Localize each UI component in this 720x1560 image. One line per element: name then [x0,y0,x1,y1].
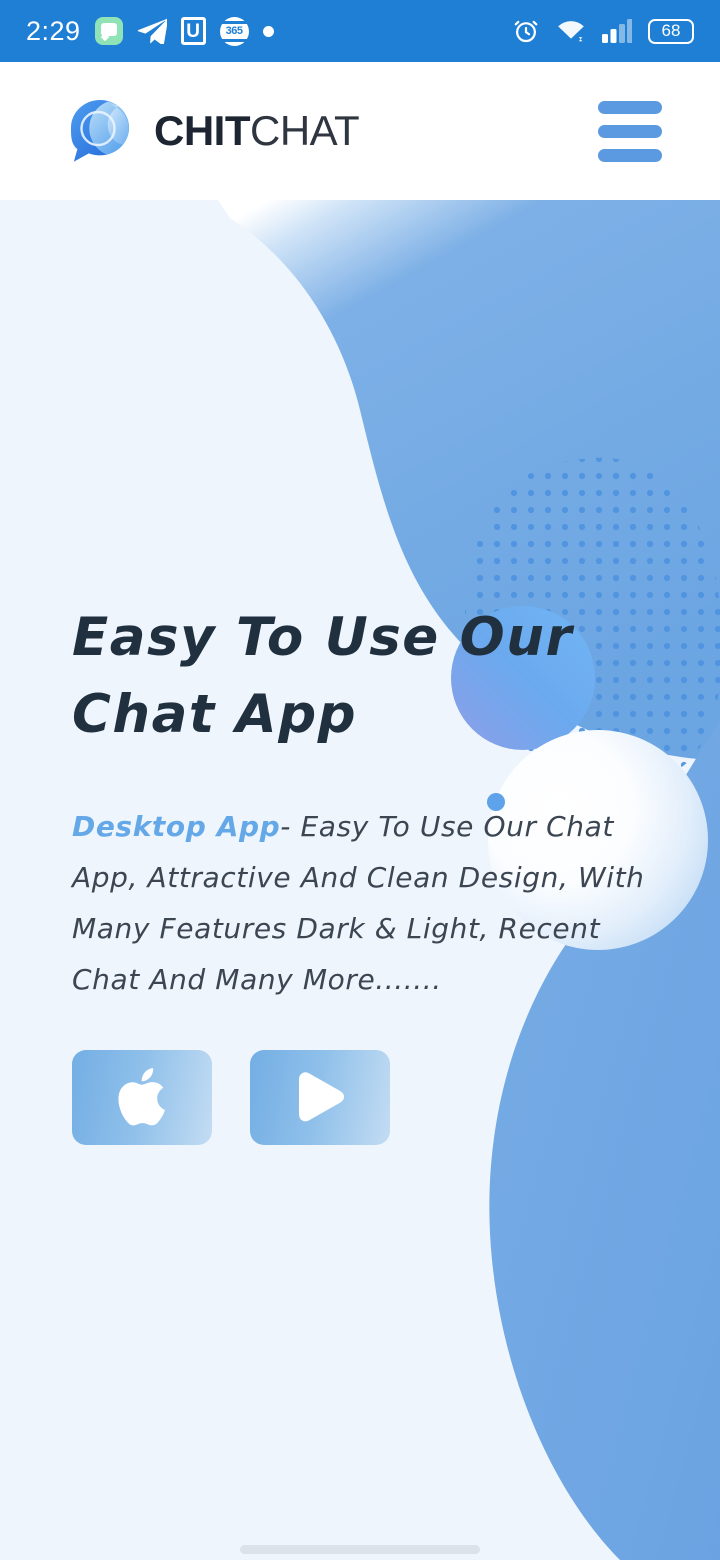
play-triangle-icon [299,1072,344,1122]
hero-description-accent: Desktop App [72,809,281,843]
brand-name-bold: CHIT [154,107,251,154]
more-notifications-dot-icon [262,25,274,37]
home-gesture-pill[interactable] [240,1545,480,1554]
app-header: CHITCHAT [0,62,720,200]
status-bar: 2:29 U 365 68 [0,0,720,62]
cellular-signal-icon [602,19,632,43]
messages-icon [94,17,123,45]
status-bar-right: 68 [512,17,694,45]
hero-section: Easy To Use Our Chat App Desktop App- Ea… [0,200,720,1560]
brand-name: CHITCHAT [154,107,360,154]
alarm-clock-icon [512,17,540,45]
google-play-button[interactable] [250,1049,390,1145]
app-store-button[interactable] [72,1049,212,1145]
hero-content: Easy To Use Our Chat App Desktop App- Ea… [72,600,652,1145]
365-app-icon: 365 [219,16,249,46]
status-bar-clock: 2:29 [26,15,81,46]
telegram-icon [137,18,167,44]
chat-bubble-logo-icon [71,100,129,162]
battery-icon: 68 [648,18,694,44]
u-app-icon: U [180,17,206,45]
brand-name-light: CHAT [250,107,360,154]
wifi-icon [556,18,586,44]
apple-icon [118,1068,165,1126]
status-bar-left: 2:29 U 365 [26,16,274,47]
hero-description: Desktop App- Easy To Use Our Chat App, A… [72,802,647,1006]
store-buttons-row [72,1049,652,1145]
hero-title: Easy To Use Our Chat App [72,607,574,745]
brand-logo-link[interactable]: CHITCHAT [64,95,360,167]
phone-screen: 2:29 U 365 68 CHITCHAT Easy To Use Our C… [0,0,720,1560]
hamburger-menu-icon[interactable] [592,95,668,168]
